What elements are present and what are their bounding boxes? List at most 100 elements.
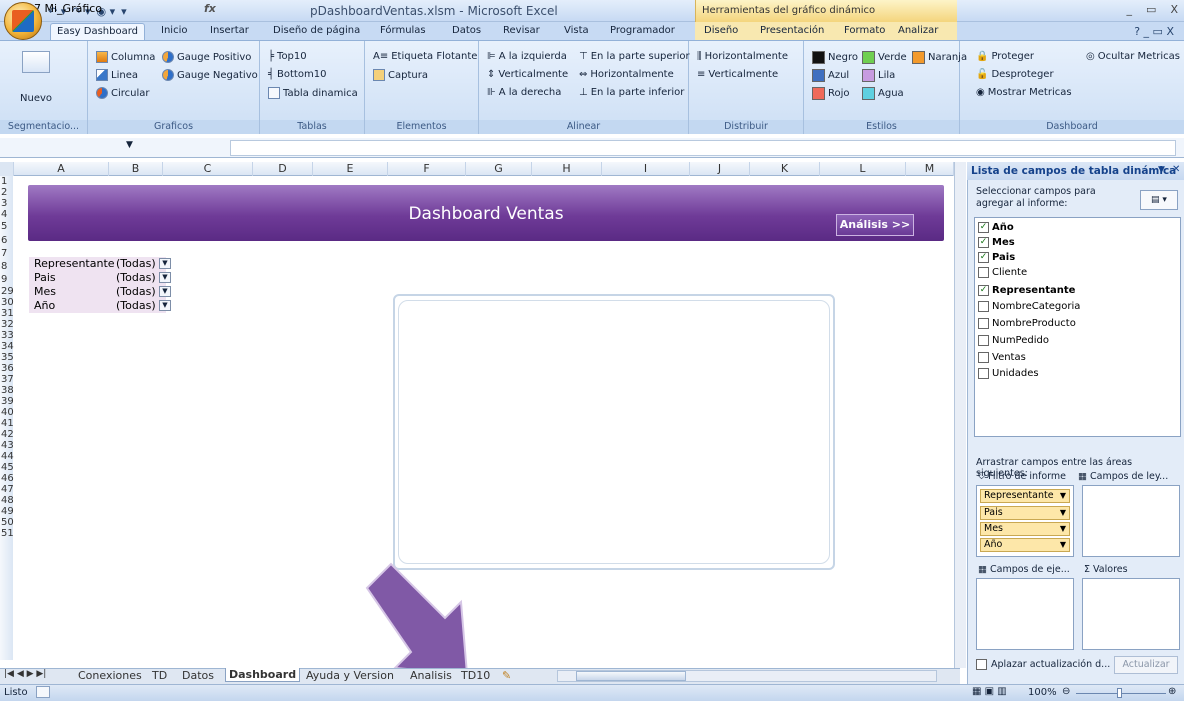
row-header[interactable]: 32 bbox=[0, 319, 14, 330]
checkbox-icon[interactable] bbox=[978, 266, 989, 278]
column-header[interactable]: G bbox=[466, 162, 532, 176]
sheet-tab[interactable]: Conexiones bbox=[78, 669, 142, 682]
pivot-field-item[interactable]: Ventas bbox=[978, 350, 1026, 364]
row-header[interactable]: 8 bbox=[0, 261, 13, 272]
align-vertical-button[interactable]: ⇕ Verticalmente bbox=[487, 69, 568, 80]
style-azul-button[interactable]: Azul bbox=[812, 69, 849, 82]
checkbox-icon[interactable] bbox=[978, 317, 989, 329]
zoom-in-icon[interactable]: ⊕ bbox=[1168, 686, 1176, 697]
column-header[interactable]: B bbox=[109, 162, 163, 176]
insert-sheet-icon[interactable]: ✎ bbox=[502, 669, 511, 682]
row-header[interactable]: 37 bbox=[0, 374, 14, 385]
tab-revisar[interactable]: Revisar bbox=[497, 23, 546, 40]
column-header[interactable]: L bbox=[820, 162, 906, 176]
tab-easy-dashboard[interactable]: Easy Dashboard bbox=[50, 23, 146, 40]
layout-selector-icon[interactable]: ▤ ▾ bbox=[1140, 190, 1178, 210]
row-header[interactable]: 36 bbox=[0, 363, 14, 374]
row-header[interactable]: 1 bbox=[0, 176, 13, 187]
align-top-button[interactable]: ⊤ En la parte superior bbox=[579, 51, 690, 62]
ocultar-metricas-button[interactable]: ◎ Ocultar Metricas bbox=[1086, 51, 1180, 62]
view-buttons-icon[interactable]: ▦ ▣ ▥ bbox=[972, 686, 1007, 697]
pivot-field-item[interactable]: NombreCategoria bbox=[978, 299, 1080, 313]
row-header[interactable]: 5 bbox=[0, 221, 13, 232]
style-lila-button[interactable]: Lila bbox=[862, 69, 895, 82]
style-agua-button[interactable]: Agua bbox=[862, 87, 904, 100]
row-header[interactable]: 46 bbox=[0, 473, 14, 484]
filter-dropdown-button[interactable]: ▼ bbox=[159, 258, 171, 269]
tab-inicio[interactable]: Inicio bbox=[155, 23, 193, 40]
pivot-field-item[interactable]: NumPedido bbox=[978, 333, 1049, 347]
tab-diseno[interactable]: Diseño bbox=[698, 23, 744, 40]
macro-record-icon[interactable] bbox=[36, 686, 50, 698]
row-header[interactable]: 45 bbox=[0, 462, 14, 473]
pivot-field-item[interactable]: Cliente bbox=[978, 265, 1027, 279]
horizontal-scroll-thumb[interactable] bbox=[576, 671, 686, 681]
actualizar-button[interactable]: Actualizar bbox=[1114, 656, 1178, 674]
help-circle-icon[interactable]: ? bbox=[1134, 25, 1140, 38]
tab-insertar[interactable]: Insertar bbox=[204, 23, 255, 40]
row-header[interactable]: 40 bbox=[0, 407, 14, 418]
sheet-tab[interactable]: Ayuda y Version bbox=[306, 669, 394, 682]
row-header[interactable]: 35 bbox=[0, 352, 14, 363]
checkbox-icon[interactable] bbox=[978, 334, 989, 346]
row-header[interactable]: 9 bbox=[0, 274, 13, 285]
row-header[interactable]: 43 bbox=[0, 440, 14, 451]
circular-button[interactable]: Circular bbox=[96, 87, 150, 99]
pivot-field-item[interactable]: NombreProducto bbox=[978, 316, 1076, 330]
filter-area-item[interactable]: Representante ▼ bbox=[980, 489, 1070, 503]
column-header[interactable]: A bbox=[14, 162, 109, 176]
formula-input[interactable] bbox=[230, 140, 1176, 156]
zoom-slider-thumb[interactable] bbox=[1117, 688, 1122, 698]
sheet-tab[interactable]: Analisis bbox=[410, 669, 452, 682]
tab-formato[interactable]: Formato bbox=[838, 23, 891, 40]
row-header[interactable]: 3 bbox=[0, 198, 13, 209]
office-button[interactable] bbox=[4, 2, 42, 40]
tab-datos[interactable]: Datos bbox=[446, 23, 487, 40]
mostrar-metricas-button[interactable]: ◉ Mostrar Metricas bbox=[976, 87, 1072, 98]
vertical-scrollbar[interactable] bbox=[954, 162, 966, 668]
pivot-panel-close-icon[interactable]: ✕ bbox=[1172, 164, 1180, 175]
style-negro-button[interactable]: Negro bbox=[812, 51, 858, 64]
bottom10-button[interactable]: ╡ Bottom10 bbox=[268, 69, 326, 80]
row-header[interactable]: 41 bbox=[0, 418, 14, 429]
style-naranja-button[interactable]: Naranja bbox=[912, 51, 967, 64]
top10-button[interactable]: ╞ Top10 bbox=[268, 51, 307, 62]
sheet-tab[interactable]: TD bbox=[152, 669, 167, 682]
analisis-button[interactable]: Análisis >> bbox=[836, 214, 914, 236]
defer-update-option[interactable]: Aplazar actualización d... bbox=[976, 659, 1110, 670]
tab-diseno-pagina[interactable]: Diseño de página bbox=[267, 23, 366, 40]
zoom-level[interactable]: 100% bbox=[1028, 687, 1057, 698]
sheet-nav-buttons[interactable]: |◀ ◀ ▶ ▶| bbox=[4, 669, 46, 679]
linea-button[interactable]: Linea bbox=[96, 69, 138, 81]
style-rojo-button[interactable]: Rojo bbox=[812, 87, 850, 100]
column-header[interactable]: K bbox=[750, 162, 820, 176]
pivot-panel-menu-icon[interactable]: ▼ bbox=[1158, 165, 1165, 175]
captura-button[interactable]: Captura bbox=[373, 69, 428, 81]
tab-vista[interactable]: Vista bbox=[558, 23, 595, 40]
tabla-dinamica-button[interactable]: Tabla dinamica bbox=[268, 87, 358, 99]
column-header[interactable]: E bbox=[313, 162, 388, 176]
column-header[interactable]: J bbox=[690, 162, 750, 176]
ribbon-restore-button[interactable]: ▭ bbox=[1153, 25, 1163, 38]
row-header[interactable]: 49 bbox=[0, 506, 14, 517]
column-header[interactable]: I bbox=[602, 162, 690, 176]
ribbon-close-button[interactable]: X bbox=[1166, 25, 1174, 38]
row-header[interactable]: 34 bbox=[0, 341, 14, 352]
tab-programador[interactable]: Programador bbox=[604, 23, 681, 40]
pivot-field-item[interactable]: ✓ Representante bbox=[978, 283, 1075, 297]
row-header[interactable]: 50 bbox=[0, 517, 14, 528]
checkbox-icon[interactable] bbox=[976, 659, 987, 670]
gauge-negativo-button[interactable]: Gauge Negativo bbox=[162, 69, 258, 81]
proteger-button[interactable]: 🔒 Proteger bbox=[976, 51, 1034, 62]
filter-dropdown-button[interactable]: ▼ bbox=[159, 286, 171, 297]
distribute-horizontal-button[interactable]: ⫼ Horizontalmente bbox=[697, 51, 788, 62]
row-header[interactable]: 48 bbox=[0, 495, 14, 506]
filter-area-item[interactable]: Mes ▼ bbox=[980, 522, 1070, 536]
checkbox-checked-icon[interactable]: ✓ bbox=[978, 284, 989, 296]
checkbox-icon[interactable] bbox=[978, 351, 989, 363]
tab-analizar[interactable]: Analizar bbox=[892, 23, 944, 40]
filter-area-item[interactable]: Pais ▼ bbox=[980, 506, 1070, 520]
column-header[interactable]: C bbox=[163, 162, 253, 176]
values-drop-zone[interactable] bbox=[1082, 578, 1180, 650]
tab-formulas[interactable]: Fórmulas bbox=[374, 23, 432, 40]
